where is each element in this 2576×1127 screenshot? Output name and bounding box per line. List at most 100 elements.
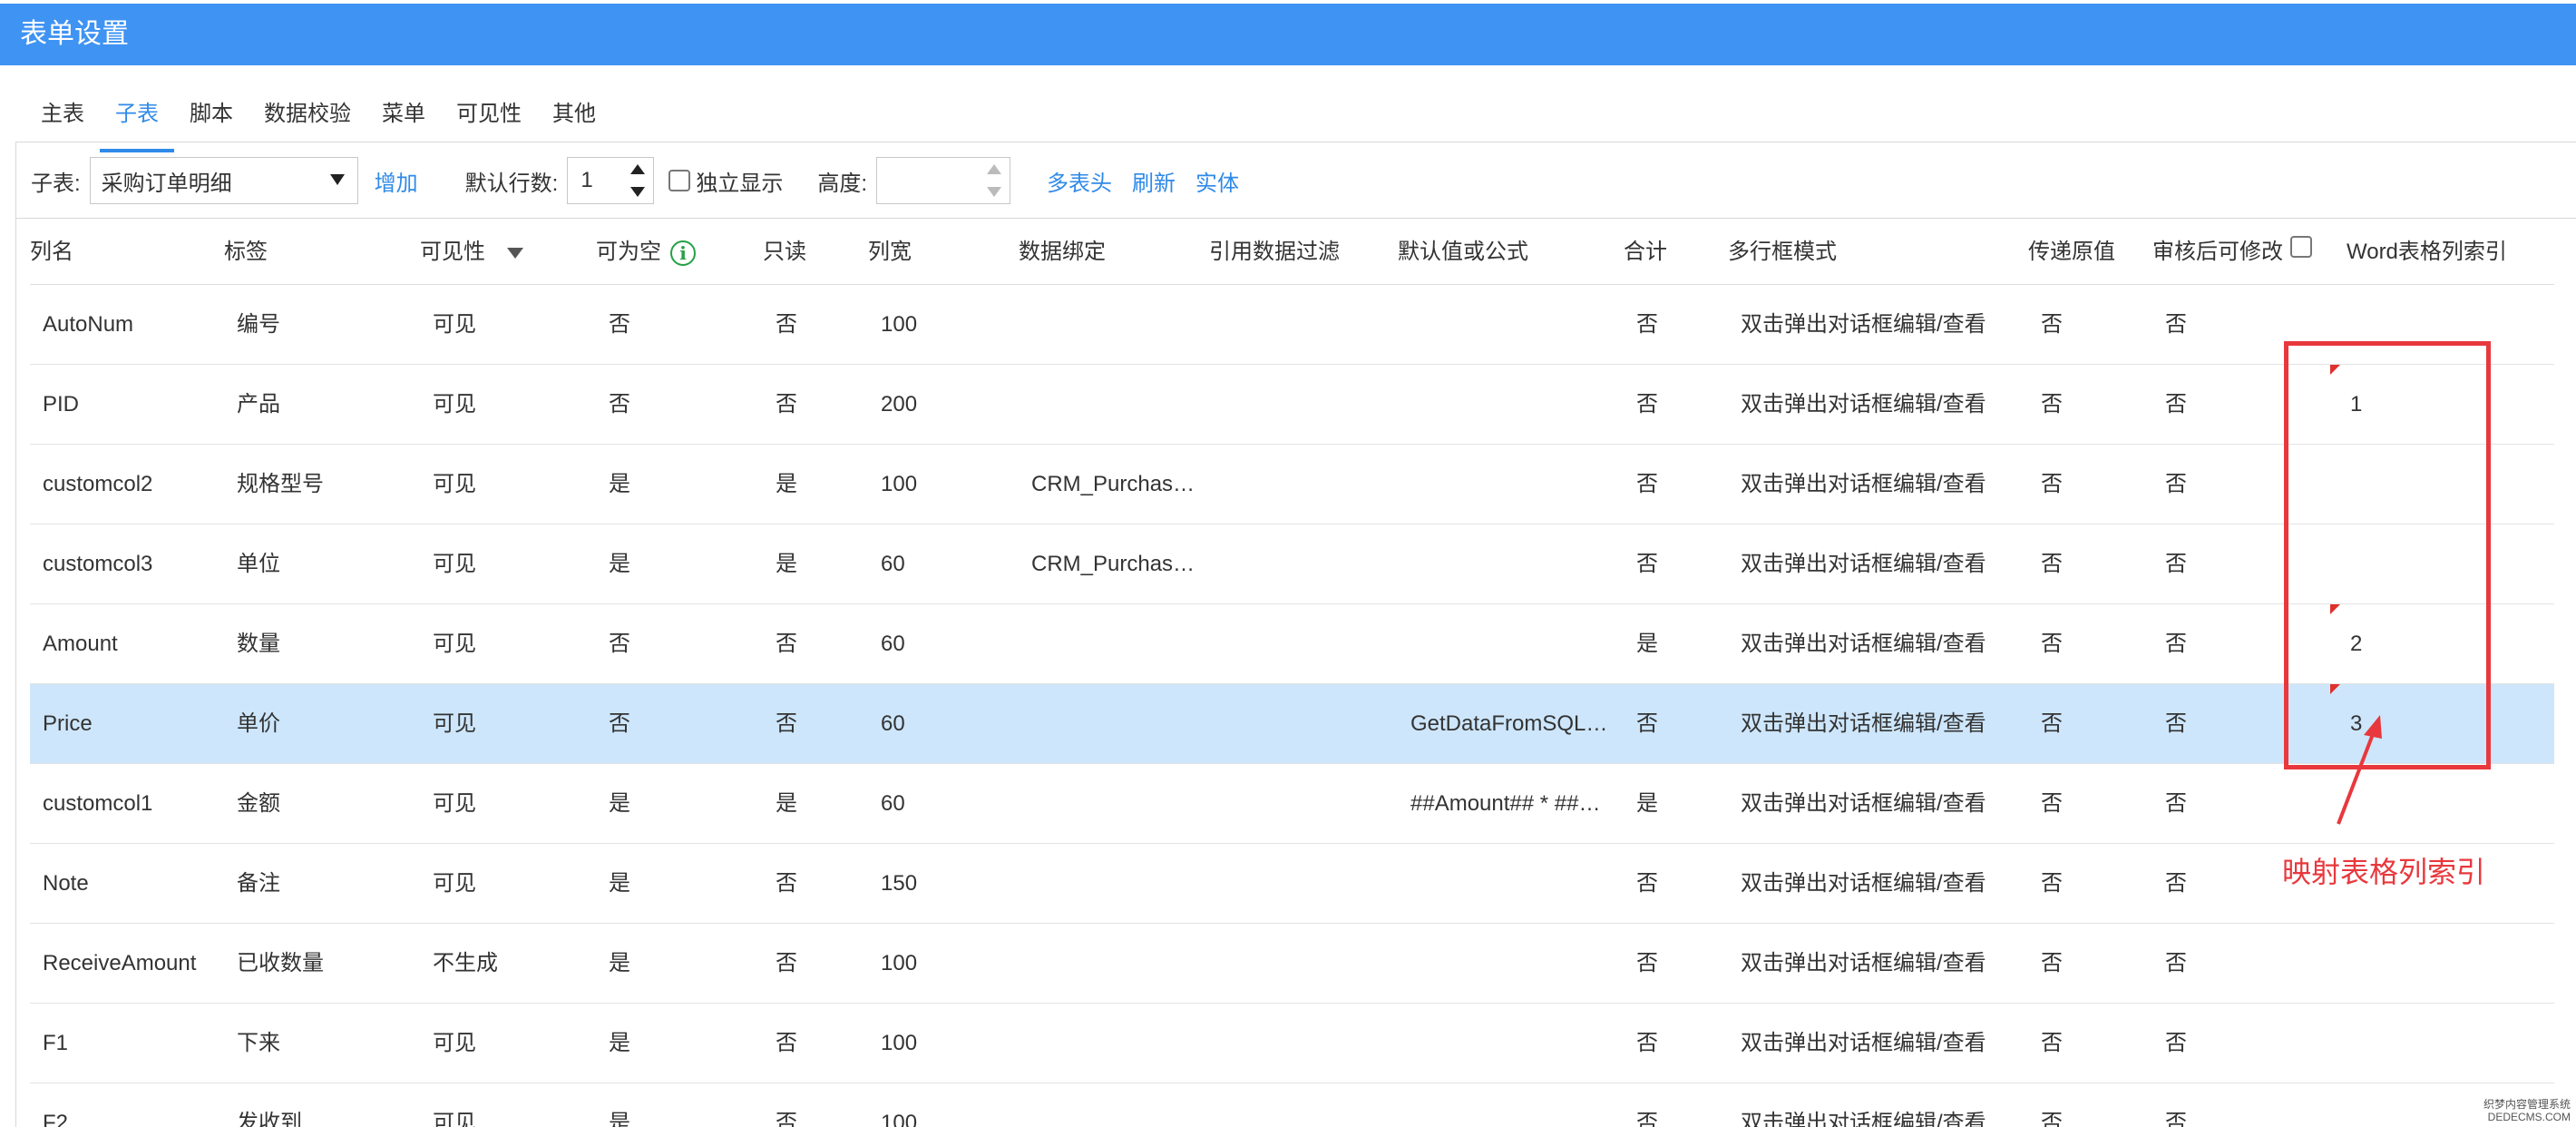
cell-sum[interactable]: 否 (1636, 365, 1726, 445)
cell-width[interactable]: 100 (881, 924, 1017, 1004)
table-row[interactable]: F2 发收到 可见是否 100 否双击弹出对话框编辑/查看否否 (30, 1083, 2554, 1127)
header-col-sum[interactable]: 合计 (1624, 220, 1667, 285)
decrement-icon[interactable] (979, 181, 1010, 203)
cell-readonly[interactable]: 否 (776, 1083, 866, 1127)
cell-readonly[interactable]: 否 (776, 604, 866, 684)
cell-sum[interactable]: 否 (1636, 844, 1726, 924)
cell-sum[interactable]: 否 (1636, 1004, 1726, 1083)
cell-default[interactable] (1410, 604, 1622, 684)
header-col-readonly[interactable]: 只读 (763, 220, 806, 285)
cell-label[interactable]: 规格型号 (237, 445, 418, 524)
cell-width[interactable]: 200 (881, 365, 1017, 445)
cell-filter[interactable] (1222, 1004, 1396, 1083)
header-col-editable-after-review[interactable]: 审核后可修改 (2152, 220, 2312, 285)
cell-visibility[interactable]: 可见 (433, 365, 594, 445)
header-col-binding[interactable]: 数据绑定 (1019, 220, 1106, 285)
header-col-name[interactable]: 列名 (30, 220, 73, 285)
cell-pass-original[interactable]: 否 (2041, 445, 2151, 524)
cell-binding[interactable] (1031, 844, 1207, 924)
cell-label[interactable]: 产品 (237, 365, 418, 445)
cell-sum[interactable]: 是 (1636, 764, 1726, 844)
cell-name[interactable]: Note (43, 844, 222, 924)
height-stepper[interactable] (876, 157, 1011, 204)
cell-word-index[interactable] (2350, 1004, 2535, 1083)
table-row[interactable]: customcol3 单位 可见是是 60 CRM_Purchas… 否双击弹出对话框编辑… (30, 524, 2554, 604)
cell-name[interactable]: AutoNum (43, 285, 222, 365)
header-col-pass-original[interactable]: 传递原值 (2028, 220, 2115, 285)
cell-default[interactable] (1410, 445, 1622, 524)
cell-nullable[interactable]: 是 (609, 844, 761, 924)
cell-binding[interactable] (1031, 764, 1207, 844)
cell-name[interactable]: F1 (43, 1004, 222, 1083)
cell-filter[interactable] (1222, 524, 1396, 604)
cell-nullable[interactable]: 是 (609, 524, 761, 604)
default-rows-stepper[interactable]: 1 (567, 157, 655, 204)
tab-item[interactable]: 可见性 (441, 96, 537, 143)
cell-filter[interactable] (1222, 604, 1396, 684)
cell-readonly[interactable]: 否 (776, 684, 866, 764)
cell-pass-original[interactable]: 否 (2041, 1083, 2151, 1127)
cell-readonly[interactable]: 否 (776, 924, 866, 1004)
tab-item[interactable]: 脚本 (174, 96, 249, 143)
cell-binding[interactable] (1031, 604, 1207, 684)
cell-name[interactable]: F2 (43, 1083, 222, 1127)
cell-multiline[interactable]: 双击弹出对话框编辑/查看 (1741, 604, 2026, 684)
cell-binding[interactable] (1031, 1083, 1207, 1127)
cell-label[interactable]: 编号 (237, 285, 418, 365)
table-row[interactable]: PID 产品 可见否否 200 否双击弹出对话框编辑/查看否否 1 (30, 365, 2554, 445)
cell-name[interactable]: customcol2 (43, 445, 222, 524)
select-all-checkbox[interactable] (2290, 236, 2312, 258)
cell-nullable[interactable]: 否 (609, 684, 761, 764)
header-col-width[interactable]: 列宽 (868, 220, 912, 285)
table-row[interactable]: customcol1 金额 可见是是 60 ##Amount## * ##… 是双击弹出对… (30, 764, 2554, 844)
cell-name[interactable]: Amount (43, 604, 222, 684)
refresh-link[interactable]: 刷新 (1132, 165, 1176, 197)
cell-visibility[interactable]: 不生成 (433, 924, 594, 1004)
cell-word-index[interactable] (2350, 924, 2535, 1004)
cell-name[interactable]: PID (43, 365, 222, 445)
table-row[interactable]: Note 备注 可见是否 150 否双击弹出对话框编辑/查看否否 (30, 844, 2554, 924)
cell-pass-original[interactable]: 否 (2041, 764, 2151, 844)
cell-pass-original[interactable]: 否 (2041, 524, 2151, 604)
cell-default[interactable] (1410, 365, 1622, 445)
table-row[interactable]: AutoNum 编号 可见否否 100 否双击弹出对话框编辑/查看否否 (30, 285, 2554, 365)
multi-header-link[interactable]: 多表头 (1047, 165, 1112, 197)
header-col-label[interactable]: 标签 (224, 220, 268, 285)
cell-filter[interactable] (1222, 764, 1396, 844)
cell-binding[interactable] (1031, 285, 1207, 365)
cell-label[interactable]: 数量 (237, 604, 418, 684)
cell-multiline[interactable]: 双击弹出对话框编辑/查看 (1741, 924, 2026, 1004)
cell-pass-original[interactable]: 否 (2041, 924, 2151, 1004)
cell-width[interactable]: 100 (881, 1083, 1017, 1127)
cell-label[interactable]: 金额 (237, 764, 418, 844)
cell-binding[interactable]: CRM_Purchas… (1031, 524, 1207, 604)
filter-dropdown-icon[interactable] (507, 247, 523, 259)
cell-visibility[interactable]: 可见 (433, 524, 594, 604)
cell-sum[interactable]: 否 (1636, 524, 1726, 604)
cell-nullable[interactable]: 是 (609, 1083, 761, 1127)
cell-default[interactable] (1410, 924, 1622, 1004)
cell-editable-after-review[interactable]: 否 (2165, 1083, 2345, 1127)
cell-pass-original[interactable]: 否 (2041, 844, 2151, 924)
cell-readonly[interactable]: 是 (776, 524, 866, 604)
cell-editable-after-review[interactable]: 否 (2165, 1004, 2345, 1083)
cell-default[interactable] (1410, 1004, 1622, 1083)
cell-label[interactable]: 单位 (237, 524, 418, 604)
cell-visibility[interactable]: 可见 (433, 764, 594, 844)
tab-item[interactable]: 数据校验 (249, 96, 366, 143)
cell-editable-after-review[interactable]: 否 (2165, 924, 2345, 1004)
cell-multiline[interactable]: 双击弹出对话框编辑/查看 (1741, 764, 2026, 844)
cell-label[interactable]: 单价 (237, 684, 418, 764)
cell-filter[interactable] (1222, 365, 1396, 445)
cell-visibility[interactable]: 可见 (433, 604, 594, 684)
independent-display-checkbox[interactable] (668, 170, 691, 191)
cell-filter[interactable] (1222, 684, 1396, 764)
subtable-select[interactable]: 采购订单明细 (89, 157, 358, 204)
cell-name[interactable]: customcol3 (43, 524, 222, 604)
cell-width[interactable]: 60 (881, 524, 1017, 604)
cell-sum[interactable]: 否 (1636, 445, 1726, 524)
cell-default[interactable] (1410, 844, 1622, 924)
cell-multiline[interactable]: 双击弹出对话框编辑/查看 (1741, 1083, 2026, 1127)
info-icon[interactable]: i (670, 240, 696, 266)
cell-pass-original[interactable]: 否 (2041, 285, 2151, 365)
